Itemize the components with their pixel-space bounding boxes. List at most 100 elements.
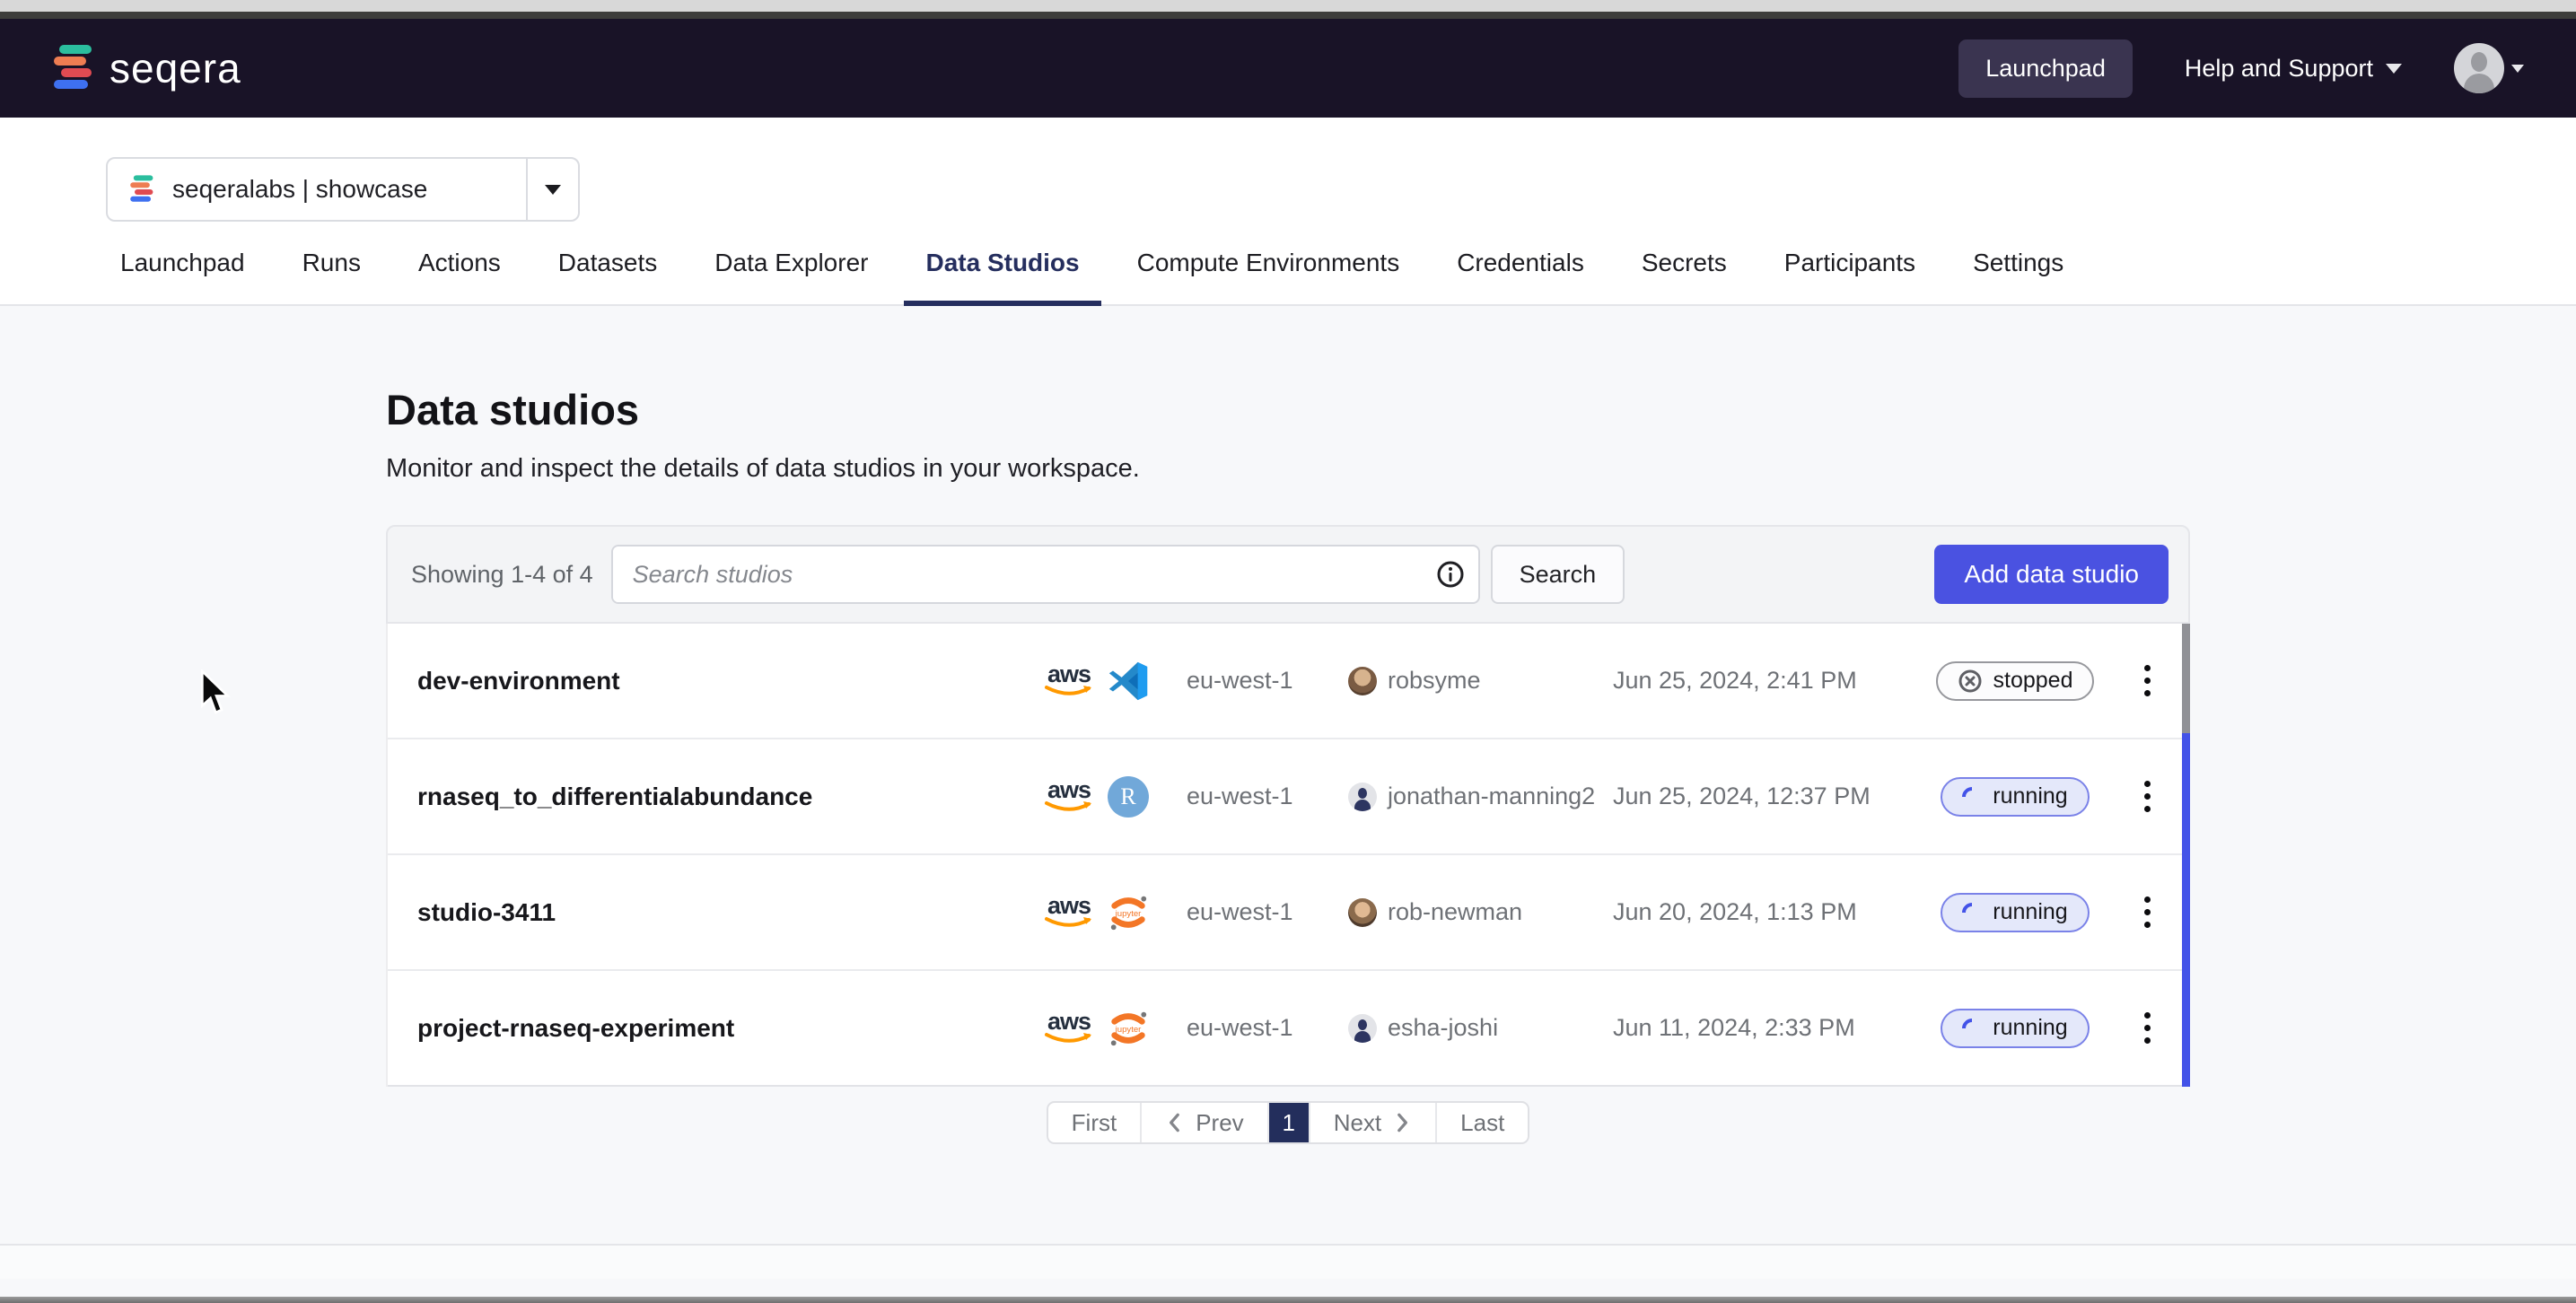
user-avatar — [1348, 667, 1377, 695]
footer-divider — [0, 1244, 2576, 1279]
row-menu-button[interactable] — [2116, 889, 2177, 935]
scrollbar-thumb[interactable] — [2182, 624, 2190, 733]
launchpad-button[interactable]: Launchpad — [1958, 39, 2133, 98]
pagination-last[interactable]: Last — [1435, 1103, 1528, 1142]
browser-chrome-strip-dark — [0, 12, 2576, 19]
row-menu-button[interactable] — [2116, 1005, 2177, 1051]
workspace-tabs: Launchpad Runs Actions Datasets Data Exp… — [0, 249, 2576, 306]
table-scrollbar[interactable] — [2182, 624, 2190, 1087]
region-label: eu-west-1 — [1169, 667, 1348, 695]
jupyter-icon: jupyter — [1108, 892, 1149, 933]
aws-icon: aws — [1042, 779, 1096, 815]
rstudio-icon: R — [1108, 776, 1149, 818]
aws-icon: aws — [1042, 895, 1096, 931]
spinner-icon — [1958, 783, 1986, 810]
chevron-down-icon — [2511, 65, 2524, 73]
tab-datasets[interactable]: Datasets — [537, 249, 679, 306]
tab-data-studios[interactable]: Data Studios — [904, 249, 1100, 306]
workspace-org-icon — [129, 174, 156, 205]
table-row[interactable]: project-rnaseq-experiment aws — [388, 971, 2188, 1087]
aws-icon: aws — [1042, 1010, 1096, 1046]
aws-icon: aws — [1042, 663, 1096, 699]
browser-chrome-bottom — [0, 1297, 2576, 1303]
search-button[interactable]: Search — [1491, 545, 1625, 604]
tab-runs[interactable]: Runs — [281, 249, 382, 306]
region-label: eu-west-1 — [1169, 783, 1348, 810]
vscode-icon — [1108, 660, 1149, 702]
created-date: Jun 25, 2024, 12:37 PM — [1613, 783, 1914, 810]
workspace-selector-label: seqeralabs | showcase — [172, 175, 427, 204]
top-navbar: seqera Launchpad Help and Support — [0, 19, 2576, 118]
status-badge: running — [1941, 777, 2089, 817]
spinner-icon — [1958, 898, 1986, 926]
user-avatar-generic — [1348, 783, 1377, 811]
pagination-next[interactable]: Next — [1309, 1103, 1435, 1142]
kebab-icon — [2137, 774, 2158, 819]
svg-text:jupyter: jupyter — [1115, 1024, 1143, 1034]
brand-wordmark: seqera — [110, 44, 241, 92]
kebab-icon — [2137, 658, 2158, 704]
studio-user: robsyme — [1348, 667, 1613, 695]
table-row[interactable]: dev-environment aws — [388, 624, 2188, 739]
studio-name[interactable]: studio-3411 — [388, 898, 1042, 927]
tab-launchpad[interactable]: Launchpad — [99, 249, 267, 306]
workspace-selector[interactable]: seqeralabs | showcase — [106, 157, 580, 222]
browser-chrome-strip — [0, 0, 2576, 12]
table-row[interactable]: studio-3411 aws jupyte — [388, 855, 2188, 971]
pagination: First Prev 1 Next Last — [1047, 1101, 1530, 1144]
row-menu-button[interactable] — [2116, 774, 2177, 819]
tab-credentials[interactable]: Credentials — [1435, 249, 1606, 306]
created-date: Jun 20, 2024, 1:13 PM — [1613, 898, 1914, 926]
search-info-button[interactable] — [1423, 547, 1478, 602]
table-row[interactable]: rnaseq_to_differentialabundance aws R eu… — [388, 739, 2188, 855]
user-name: jonathan-manning2 — [1388, 783, 1595, 810]
seqera-brand[interactable]: seqera — [52, 43, 241, 93]
studio-name[interactable]: project-rnaseq-experiment — [388, 1014, 1042, 1043]
kebab-icon — [2137, 1005, 2158, 1051]
user-avatar — [1348, 898, 1377, 927]
studios-table: dev-environment aws — [386, 624, 2190, 1087]
studio-user: esha-joshi — [1348, 1014, 1613, 1043]
help-and-support-label: Help and Support — [2185, 55, 2373, 83]
user-name: esha-joshi — [1388, 1014, 1498, 1042]
pagination-current-page[interactable]: 1 — [1267, 1103, 1309, 1142]
user-name: robsyme — [1388, 667, 1481, 695]
chevron-down-icon — [545, 185, 561, 195]
add-data-studio-button[interactable]: Add data studio — [1934, 545, 2169, 604]
studio-name[interactable]: dev-environment — [388, 667, 1042, 695]
chevron-down-icon — [2386, 64, 2402, 74]
region-label: eu-west-1 — [1169, 898, 1348, 926]
tab-secrets[interactable]: Secrets — [1620, 249, 1748, 306]
search-input-group — [611, 545, 1480, 604]
created-date: Jun 25, 2024, 2:41 PM — [1613, 667, 1914, 695]
page-subtitle: Monitor and inspect the details of data … — [386, 454, 2190, 484]
studios-card: Showing 1-4 of 4 Search Add data studio — [386, 525, 2190, 1144]
pagination-first[interactable]: First — [1048, 1103, 1141, 1142]
tab-actions[interactable]: Actions — [397, 249, 522, 306]
studio-name[interactable]: rnaseq_to_differentialabundance — [388, 783, 1042, 811]
studios-toolbar: Showing 1-4 of 4 Search Add data studio — [386, 525, 2190, 624]
scrollbar-track — [2182, 733, 2190, 1087]
row-menu-button[interactable] — [2116, 658, 2177, 704]
help-and-support-menu[interactable]: Help and Support — [2185, 55, 2402, 83]
created-date: Jun 11, 2024, 2:33 PM — [1613, 1014, 1914, 1042]
user-menu[interactable] — [2454, 43, 2524, 93]
tab-participants[interactable]: Participants — [1763, 249, 1937, 306]
user-name: rob-newman — [1388, 898, 1522, 926]
seqera-logo-icon — [52, 43, 97, 93]
pagination-prev[interactable]: Prev — [1140, 1103, 1266, 1142]
page-title: Data studios — [386, 306, 2190, 434]
search-input[interactable] — [613, 547, 1423, 602]
chevron-right-icon — [1392, 1111, 1412, 1134]
workspace-selector-caret[interactable] — [526, 159, 578, 220]
kebab-icon — [2137, 889, 2158, 935]
stopped-icon — [1958, 669, 1983, 694]
user-avatar-generic — [1348, 1014, 1377, 1043]
jupyter-icon: jupyter — [1108, 1008, 1149, 1049]
tab-compute-environments[interactable]: Compute Environments — [1116, 249, 1422, 306]
tab-settings[interactable]: Settings — [1951, 249, 2085, 306]
spinner-icon — [1958, 1014, 1986, 1042]
info-circle-icon — [1436, 560, 1465, 589]
status-badge: running — [1941, 893, 2089, 932]
tab-data-explorer[interactable]: Data Explorer — [693, 249, 889, 306]
